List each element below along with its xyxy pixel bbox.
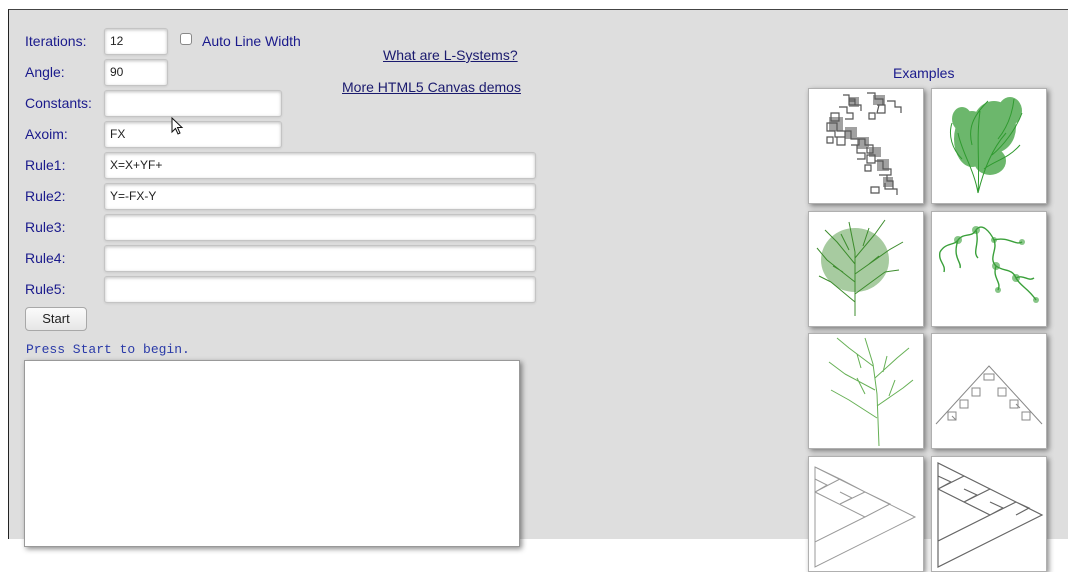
iterations-input[interactable]: 12 (104, 28, 168, 55)
rule5-label: Rule5: (25, 281, 66, 297)
more-canvas-demos-link[interactable]: More HTML5 Canvas demos (342, 79, 521, 95)
angle-input[interactable]: 90 (104, 59, 168, 86)
sierpinski-carpet-thumbnail (935, 365, 1043, 425)
constants-input[interactable] (104, 90, 282, 117)
rule4-label: Rule4: (25, 250, 66, 266)
bush-thumbnail (949, 97, 1023, 194)
rule2-input[interactable]: Y=-FX-Y (104, 183, 536, 210)
example-sierpinski-carpet[interactable] (931, 333, 1047, 449)
constants-label: Constants: (25, 95, 92, 111)
what-are-lsystems-link[interactable]: What are L-Systems? (383, 47, 518, 63)
example-tree-1[interactable] (808, 211, 924, 327)
tree-1-thumbnail (816, 219, 904, 316)
axiom-label: Axoim: (25, 126, 68, 142)
axiom-input[interactable]: FX (104, 121, 282, 148)
rule4-input[interactable] (104, 245, 536, 272)
sierpinski-1-thumbnail (814, 466, 917, 568)
rule2-label: Rule2: (25, 188, 66, 204)
angle-label: Angle: (25, 64, 65, 80)
vine-thumbnail (938, 226, 1039, 303)
example-sierpinski-2[interactable] (931, 456, 1047, 572)
sierpinski-2-thumbnail (937, 462, 1044, 568)
start-button[interactable]: Start (25, 307, 87, 331)
examples-title: Examples (893, 65, 955, 81)
example-tree-2[interactable] (808, 333, 924, 449)
auto-line-width-label: Auto Line Width (202, 33, 301, 49)
rule1-input[interactable]: X=X+YF+ (104, 152, 536, 179)
auto-line-width-checkbox[interactable] (180, 33, 192, 45)
mouse-cursor-icon (171, 117, 184, 135)
rule1-label: Rule1: (25, 157, 66, 173)
rule3-input[interactable] (104, 214, 536, 241)
drawing-canvas (24, 360, 520, 547)
status-text: Press Start to begin. (26, 342, 190, 357)
example-vine[interactable] (931, 211, 1047, 327)
example-sierpinski-1[interactable] (808, 456, 924, 572)
rule5-input[interactable] (104, 276, 536, 303)
tree-2-thumbnail (828, 337, 914, 447)
example-dragon-curve[interactable] (808, 88, 924, 204)
example-bush[interactable] (931, 88, 1047, 204)
app-panel: Iterations: 12 Auto Line Width What are … (8, 9, 1068, 572)
iterations-label: Iterations: (25, 33, 87, 49)
rule3-label: Rule3: (25, 219, 66, 235)
dragon-curve-thumbnail (826, 92, 902, 195)
